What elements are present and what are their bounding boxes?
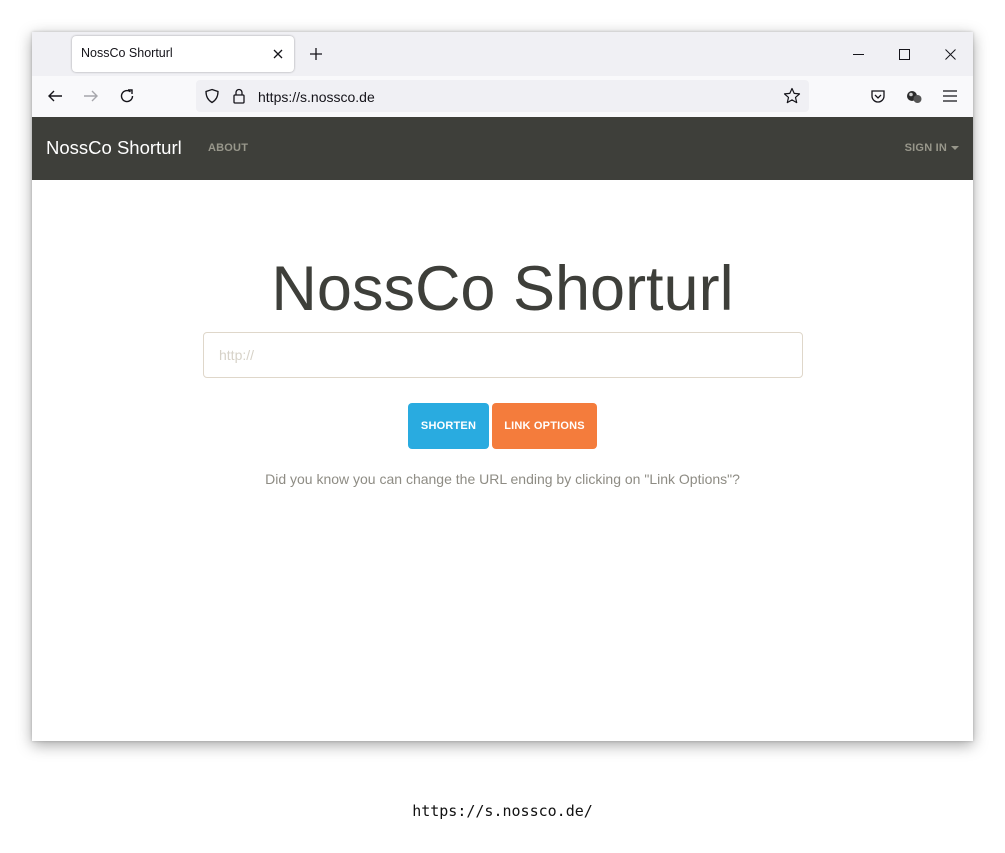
url-input[interactable] [203, 332, 803, 378]
page-title: NossCo Shorturl [271, 254, 734, 324]
close-icon[interactable] [927, 32, 973, 76]
forward-arrow-icon[interactable] [77, 82, 105, 110]
brand-logo[interactable]: NossCo Shorturl [46, 137, 182, 159]
shield-icon[interactable] [202, 86, 222, 106]
lock-icon[interactable] [229, 86, 249, 106]
close-icon[interactable] [268, 44, 288, 64]
menu-icon[interactable] [936, 82, 964, 110]
caret-down-icon [951, 146, 959, 150]
site-navbar: NossCo Shorturl ABOUT SIGN IN [32, 117, 973, 180]
screenshot-caption: https://s.nossco.de/ [412, 802, 593, 820]
pocket-icon[interactable] [864, 82, 892, 110]
url-text[interactable]: https://s.nossco.de [258, 89, 375, 105]
reload-icon[interactable] [113, 82, 141, 110]
tab-strip: NossCo Shorturl [32, 32, 973, 76]
url-bar[interactable]: https://s.nossco.de [196, 80, 809, 112]
plus-icon[interactable] [306, 44, 326, 64]
star-icon[interactable] [782, 86, 802, 106]
hint-text: Did you know you can change the URL endi… [265, 471, 740, 487]
back-arrow-icon[interactable] [41, 82, 69, 110]
browser-window: NossCo Shorturl https://s.nossco.de Noss… [32, 32, 973, 741]
navigation-toolbar: https://s.nossco.de [32, 76, 973, 118]
minimize-icon[interactable] [835, 32, 881, 76]
tab-title: NossCo Shorturl [81, 46, 173, 60]
maximize-icon[interactable] [881, 32, 927, 76]
sign-in-label: SIGN IN [904, 142, 947, 154]
extensions-icon[interactable] [900, 82, 928, 110]
link-options-button[interactable]: LINK OPTIONS [492, 403, 597, 449]
browser-tab[interactable]: NossCo Shorturl [72, 36, 294, 72]
shorten-button[interactable]: SHORTEN [408, 403, 489, 449]
nav-about-link[interactable]: ABOUT [208, 142, 248, 154]
sign-in-dropdown[interactable]: SIGN IN [905, 142, 959, 154]
